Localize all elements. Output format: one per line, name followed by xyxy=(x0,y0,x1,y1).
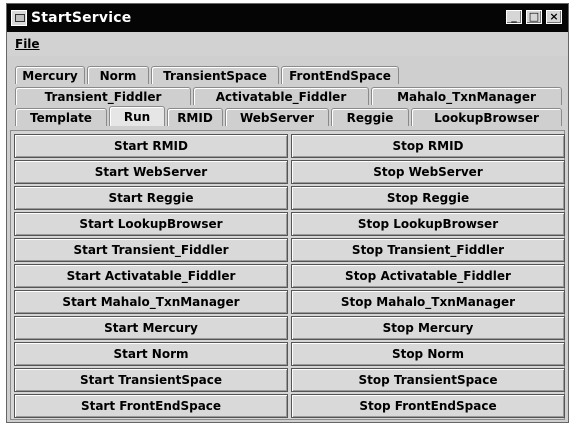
start-webserver-button[interactable]: Start WebServer xyxy=(14,160,288,184)
start-activatable-fiddler-button[interactable]: Start Activatable_Fiddler xyxy=(14,264,288,288)
title-bar[interactable]: StartService _ □ × xyxy=(7,4,568,32)
start-transientspace-button[interactable]: Start TransientSpace xyxy=(14,368,288,392)
stop-reggie-button[interactable]: Stop Reggie xyxy=(291,186,565,210)
tab-frontendspace[interactable]: FrontEndSpace xyxy=(281,66,399,84)
tab-strip: Mercury Norm TransientSpace FrontEndSpac… xyxy=(7,60,568,130)
window-controls: _ □ × xyxy=(506,10,562,24)
tab-transient-fiddler[interactable]: Transient_Fiddler xyxy=(15,87,191,105)
maximize-icon[interactable]: □ xyxy=(526,10,542,24)
stop-mahalo-txnmanager-button[interactable]: Stop Mahalo_TxnManager xyxy=(291,290,565,314)
stop-rmid-button[interactable]: Stop RMID xyxy=(291,134,565,158)
stop-activatable-fiddler-button[interactable]: Stop Activatable_Fiddler xyxy=(291,264,565,288)
tab-activatable-fiddler[interactable]: Activatable_Fiddler xyxy=(193,87,369,105)
start-mercury-button[interactable]: Start Mercury xyxy=(14,316,288,340)
menu-file[interactable]: File xyxy=(15,37,40,51)
start-frontendspace-button[interactable]: Start FrontEndSpace xyxy=(14,394,288,418)
stop-webserver-button[interactable]: Stop WebServer xyxy=(291,160,565,184)
tab-rmid[interactable]: RMID xyxy=(167,108,223,126)
start-norm-button[interactable]: Start Norm xyxy=(14,342,288,366)
close-icon[interactable]: × xyxy=(546,10,562,24)
start-reggie-button[interactable]: Start Reggie xyxy=(14,186,288,210)
tab-lookupbrowser[interactable]: LookupBrowser xyxy=(411,108,562,126)
app-window: StartService _ □ × File Mercury Norm Tra… xyxy=(6,3,569,423)
start-rmid-button[interactable]: Start RMID xyxy=(14,134,288,158)
tab-mahalo-txnmanager[interactable]: Mahalo_TxnManager xyxy=(371,87,562,105)
tab-mercury[interactable]: Mercury xyxy=(15,66,85,84)
app-window-icon xyxy=(11,10,27,26)
stop-transientspace-button[interactable]: Stop TransientSpace xyxy=(291,368,565,392)
stop-mercury-button[interactable]: Stop Mercury xyxy=(291,316,565,340)
stop-norm-button[interactable]: Stop Norm xyxy=(291,342,565,366)
stop-lookupbrowser-button[interactable]: Stop LookupBrowser xyxy=(291,212,565,236)
tab-run[interactable]: Run xyxy=(109,106,165,126)
start-mahalo-txnmanager-button[interactable]: Start Mahalo_TxnManager xyxy=(14,290,288,314)
start-transient-fiddler-button[interactable]: Start Transient_Fiddler xyxy=(14,238,288,262)
stop-frontendspace-button[interactable]: Stop FrontEndSpace xyxy=(291,394,565,418)
run-panel: Start RMID Stop RMID Start WebServer Sto… xyxy=(10,130,565,420)
tab-transientspace[interactable]: TransientSpace xyxy=(151,66,279,84)
tab-template[interactable]: Template xyxy=(15,108,107,126)
tab-norm[interactable]: Norm xyxy=(87,66,149,84)
stop-transient-fiddler-button[interactable]: Stop Transient_Fiddler xyxy=(291,238,565,262)
minimize-icon[interactable]: _ xyxy=(506,10,522,24)
window-title: StartService xyxy=(31,10,132,26)
menu-bar: File xyxy=(7,32,568,56)
tab-reggie[interactable]: Reggie xyxy=(331,108,409,126)
start-lookupbrowser-button[interactable]: Start LookupBrowser xyxy=(14,212,288,236)
tab-webserver[interactable]: WebServer xyxy=(225,108,329,126)
